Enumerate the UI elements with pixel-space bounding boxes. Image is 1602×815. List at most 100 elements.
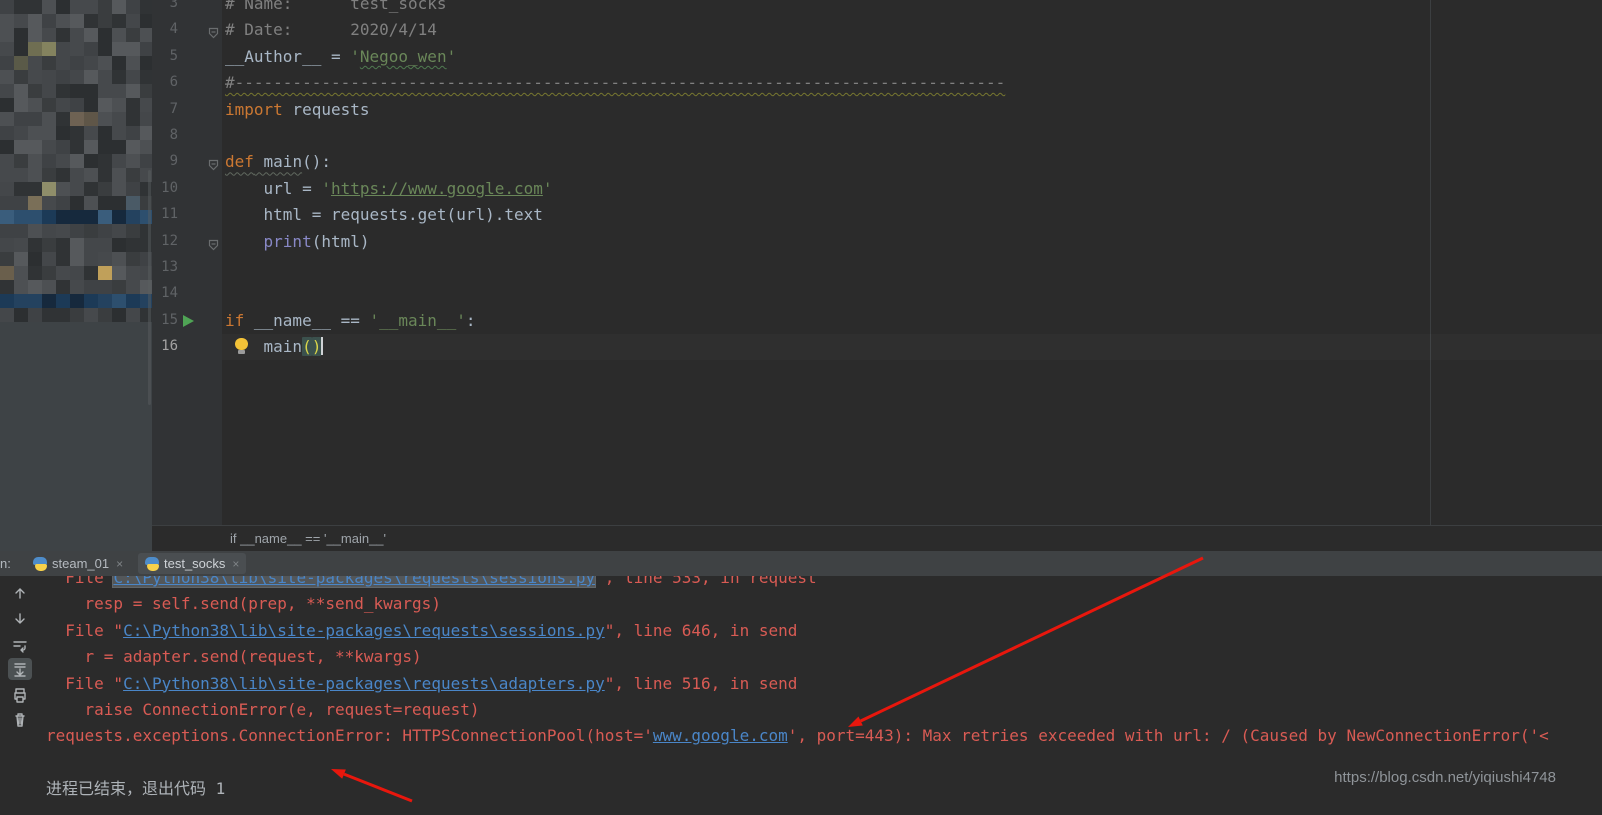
mosaic-tile [42, 14, 56, 28]
line-number: 3 [169, 0, 178, 11]
mosaic-tile [28, 238, 42, 252]
mosaic-tile [98, 154, 112, 168]
mosaic-tile [56, 294, 70, 308]
gutter-row: 10 [152, 176, 222, 202]
code-token: '__main__' [369, 310, 466, 330]
gutter-row: 7 [152, 97, 222, 123]
code-line[interactable]: # Date: 2020/4/14 [225, 17, 437, 43]
fold-marker-icon[interactable] [208, 156, 219, 175]
mosaic-tile [56, 84, 70, 98]
scroll-down-icon[interactable] [8, 608, 32, 630]
tab-close-icon[interactable]: × [116, 557, 123, 571]
code-token: import [225, 99, 283, 119]
hyperlink[interactable]: C:\Python38\lib\site-packages\requests\s… [123, 621, 605, 640]
run-gutter-icon[interactable] [183, 314, 194, 327]
mosaic-tile [14, 238, 28, 252]
soft-wrap-icon[interactable] [8, 635, 32, 657]
print-icon[interactable] [8, 684, 32, 706]
code-token: requests.exceptions.ConnectionError: HTT… [46, 726, 653, 746]
code-token: #---------------------------------------… [225, 73, 1006, 93]
mosaic-tile [126, 28, 140, 42]
mosaic-tile [42, 126, 56, 140]
mosaic-tile [14, 98, 28, 112]
mosaic-tile [42, 196, 56, 210]
mosaic-tile [140, 14, 152, 28]
fold-marker-icon[interactable] [208, 24, 219, 43]
mosaic-tile [98, 70, 112, 84]
fold-marker-icon[interactable] [208, 236, 219, 255]
mosaic-tile [70, 112, 84, 126]
breadcrumb[interactable]: if __name__ == '__main__' [230, 531, 386, 546]
scroll-to-end-icon[interactable] [8, 658, 32, 680]
mosaic-tile [98, 294, 112, 308]
code-line[interactable]: # Name: test_socks [225, 0, 447, 17]
editor-gutter: 3 4 5 6 7 8 9 10 11 12 13 14 15 16 [152, 0, 223, 525]
mosaic-tile [70, 98, 84, 112]
mosaic-tile [14, 308, 28, 322]
mosaic-tile [42, 28, 56, 42]
panel-scrollbar[interactable] [148, 170, 151, 405]
mosaic-tile [84, 14, 98, 28]
mosaic-tile [56, 210, 70, 224]
code-editor[interactable]: # Name: test_socks # Date: 2020/4/14 __Aut… [222, 0, 1602, 525]
mosaic-tile [0, 84, 14, 98]
gutter-row: 13 [152, 255, 222, 281]
clear-icon[interactable] [8, 708, 32, 730]
gutter-row: 8 [152, 123, 222, 149]
code-line[interactable]: if __name__ == '__main__': [225, 308, 475, 334]
mosaic-tile [28, 98, 42, 112]
hyperlink[interactable]: www.google.com [653, 726, 788, 745]
code-line[interactable]: def main(): [225, 149, 331, 175]
mosaic-tile [56, 266, 70, 280]
mosaic-tile [84, 112, 98, 126]
mosaic-tile [98, 266, 112, 280]
mosaic-tile [98, 56, 112, 70]
mosaic-tile [28, 84, 42, 98]
code-token: (html) [311, 231, 370, 251]
hyperlink[interactable]: C:\Python38\lib\site-packages\requests\s… [112, 576, 597, 588]
mosaic-tile [56, 14, 70, 28]
tab-close-icon[interactable]: × [232, 557, 239, 571]
scroll-up-icon[interactable] [8, 582, 32, 604]
mosaic-tile [84, 168, 98, 182]
hyperlink[interactable]: C:\Python38\lib\site-packages\requests\a… [123, 674, 605, 693]
code-token: ' [321, 178, 331, 198]
hyperlink[interactable]: https://www.google.com [331, 179, 543, 198]
mosaic-tile [42, 112, 56, 126]
line-number: 12 [161, 232, 178, 249]
console-line: 进程已结束，退出代码 1 [46, 776, 225, 802]
mosaic-tile [126, 112, 140, 126]
mosaic-tile [14, 280, 28, 294]
code-token: 进程已结束，退出代码 1 [46, 779, 226, 799]
code-token: __name__ == [244, 310, 370, 330]
code-token: : [465, 310, 476, 330]
code-line[interactable]: import requests [225, 97, 370, 123]
code-token: __Author__ = [225, 46, 351, 66]
intention-bulb-icon[interactable] [234, 338, 249, 355]
console-tab-steam_01[interactable]: steam_01 × [26, 553, 130, 574]
line-number: 6 [169, 74, 178, 91]
mosaic-tile [14, 70, 28, 84]
code-line[interactable]: url = 'https://www.google.com' [225, 176, 553, 202]
mosaic-tile [42, 238, 56, 252]
mosaic-tile [42, 294, 56, 308]
code-line[interactable]: __Author__ = 'Negoo_wen' [225, 44, 456, 70]
mosaic-tile [28, 112, 42, 126]
mosaic-tile [0, 154, 14, 168]
gutter-row: 3 [152, 0, 222, 17]
code-token: raise ConnectionError(e, request=request… [46, 700, 480, 719]
console-tab-test_socks[interactable]: test_socks × [138, 553, 247, 574]
mosaic-tile [70, 70, 84, 84]
code-line[interactable]: #---------------------------------------… [225, 70, 1005, 96]
mosaic-tile [0, 112, 14, 126]
mosaic-tile [126, 56, 140, 70]
mosaic-tile [28, 308, 42, 322]
mosaic-tile [70, 280, 84, 294]
mosaic-tile [84, 56, 98, 70]
mosaic-tile [0, 70, 14, 84]
code-line[interactable]: html = requests.get(url).text [225, 202, 543, 228]
mosaic-tile [98, 210, 112, 224]
code-line[interactable]: print(html) [225, 229, 370, 255]
mosaic-tile [42, 280, 56, 294]
code-line[interactable]: main() [225, 334, 324, 360]
